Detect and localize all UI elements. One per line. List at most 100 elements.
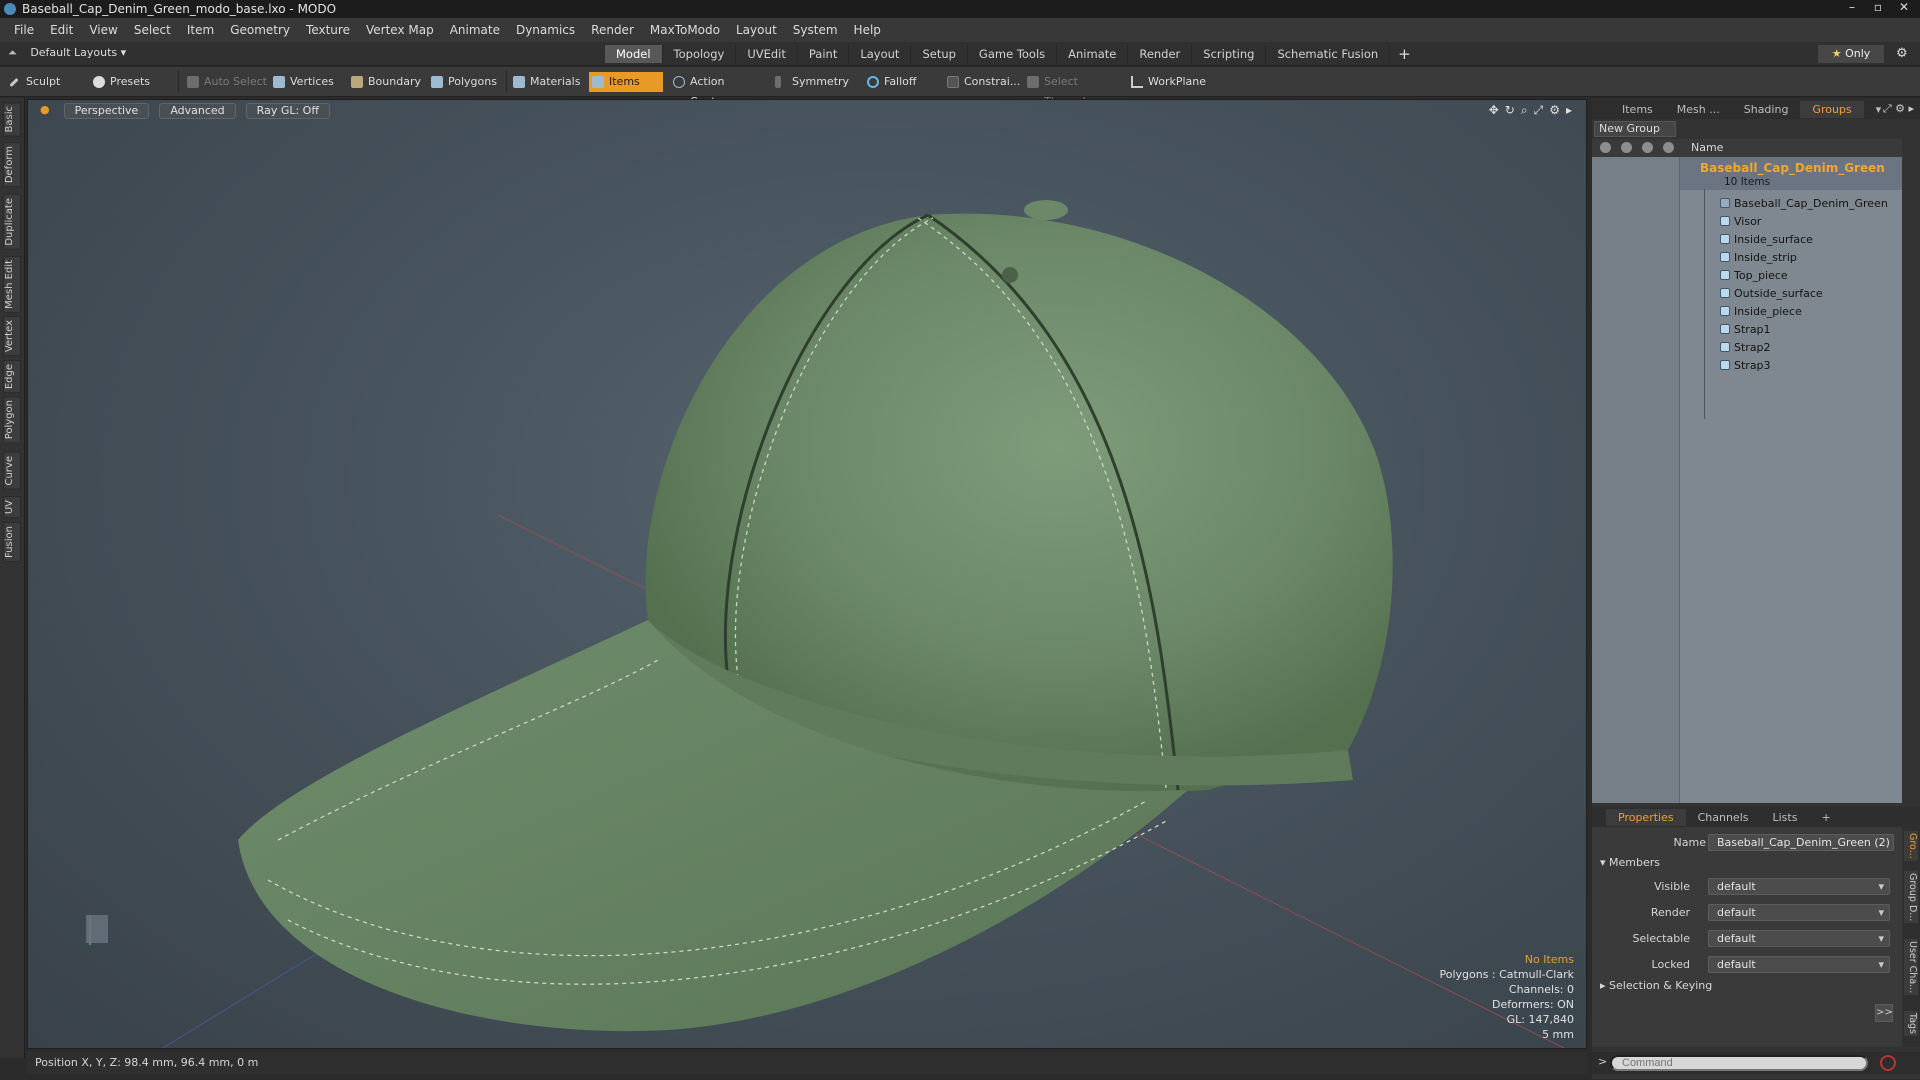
- viewport-gear-icon[interactable]: ⚙: [1549, 103, 1560, 118]
- layouts-dropdown[interactable]: ⏶ Default Layouts ▾: [8, 46, 126, 60]
- gear-icon[interactable]: ⚙: [1896, 46, 1908, 61]
- list-item[interactable]: Inside_surface: [1720, 233, 1813, 246]
- tab-layout[interactable]: Layout: [849, 45, 912, 63]
- menu-layout[interactable]: Layout: [728, 23, 785, 37]
- menu-texture[interactable]: Texture: [298, 23, 358, 37]
- list-item[interactable]: Visor: [1720, 215, 1761, 228]
- tab-topology[interactable]: Topology: [663, 45, 737, 63]
- sculpt-button[interactable]: Sculpt: [6, 72, 86, 92]
- tab-schematic-fusion[interactable]: Schematic Fusion: [1266, 45, 1391, 63]
- tree-toggle-columns[interactable]: [1592, 157, 1680, 803]
- locked-dropdown[interactable]: default ▾: [1708, 956, 1890, 973]
- zoom-icon[interactable]: ⌕: [1521, 103, 1528, 118]
- tab-animate[interactable]: Animate: [1057, 45, 1129, 63]
- list-item[interactable]: Top_piece: [1720, 269, 1788, 282]
- menu-view[interactable]: View: [81, 23, 125, 37]
- minimize-button[interactable]: –: [1840, 0, 1864, 16]
- side-tab-group-display[interactable]: Group D...: [1904, 871, 1918, 924]
- list-item[interactable]: Inside_piece: [1720, 305, 1802, 318]
- add-tab-icon[interactable]: +: [1390, 45, 1419, 63]
- new-group-button[interactable]: New Group: [1594, 121, 1676, 137]
- vtab-fusion[interactable]: Fusion: [3, 522, 21, 562]
- name-column-header[interactable]: Name: [1691, 141, 1723, 154]
- tab-shading[interactable]: Shading: [1732, 101, 1801, 118]
- polygons-button[interactable]: Polygons: [428, 72, 504, 92]
- menu-geometry[interactable]: Geometry: [222, 23, 298, 37]
- tab-lists[interactable]: Lists: [1761, 809, 1810, 826]
- vtab-curve[interactable]: Curve: [3, 452, 21, 490]
- members-section-header[interactable]: ▾ Members: [1600, 856, 1660, 869]
- add-tab-icon[interactable]: +: [1809, 809, 1842, 826]
- tab-render[interactable]: Render: [1128, 45, 1193, 63]
- shading-dropdown[interactable]: Advanced: [159, 103, 236, 119]
- raygl-dropdown[interactable]: Ray GL: Off: [245, 103, 330, 119]
- vtab-deform[interactable]: Deform: [3, 142, 21, 188]
- list-item[interactable]: Strap3: [1720, 359, 1771, 372]
- visibility-column-icon[interactable]: [1600, 142, 1611, 153]
- vertices-button[interactable]: Vertices: [270, 72, 342, 92]
- group-name[interactable]: Baseball_Cap_Denim_Green: [1700, 161, 1885, 175]
- lock-column-icon[interactable]: [1642, 142, 1653, 153]
- side-tab-group[interactable]: Gro...: [1904, 831, 1918, 861]
- constraints-button[interactable]: Constrai...: [944, 72, 1020, 92]
- vtab-duplicate[interactable]: Duplicate: [3, 194, 21, 250]
- 3d-viewport[interactable]: ● Perspective Advanced Ray GL: Off ✥ ↻ ⌕…: [27, 99, 1587, 1049]
- menu-animate[interactable]: Animate: [442, 23, 508, 37]
- list-item[interactable]: Strap1: [1720, 323, 1771, 336]
- menu-render[interactable]: Render: [583, 23, 642, 37]
- list-item[interactable]: Inside_strip: [1720, 251, 1797, 264]
- panel-tools-icons[interactable]: ⤢ ⚙ ▸: [1883, 102, 1914, 116]
- materials-button[interactable]: Materials: [510, 72, 590, 92]
- tab-uvedit[interactable]: UVEdit: [736, 45, 798, 63]
- vtab-mesh-edit[interactable]: Mesh Edit: [3, 256, 21, 313]
- tab-mesh[interactable]: Mesh ...: [1665, 101, 1732, 118]
- side-tab-user-channels[interactable]: User Cha...: [1904, 939, 1918, 996]
- perspective-dropdown[interactable]: Perspective: [63, 103, 150, 119]
- selectable-dropdown[interactable]: default ▾: [1708, 930, 1890, 947]
- name-field[interactable]: Baseball_Cap_Denim_Green (2): [1708, 834, 1894, 851]
- list-item[interactable]: Outside_surface: [1720, 287, 1823, 300]
- tab-game-tools[interactable]: Game Tools: [968, 45, 1058, 63]
- command-input[interactable]: [1610, 1055, 1868, 1071]
- tab-scripting[interactable]: Scripting: [1192, 45, 1267, 63]
- menu-select[interactable]: Select: [126, 23, 179, 37]
- list-item[interactable]: Baseball_Cap_Denim_Green: [1720, 197, 1888, 210]
- tab-properties[interactable]: Properties: [1606, 808, 1686, 826]
- side-tab-tags[interactable]: Tags: [1904, 1011, 1918, 1037]
- presets-button[interactable]: Presets: [90, 72, 170, 92]
- action-center-button[interactable]: Action Center: [670, 72, 762, 108]
- tab-items[interactable]: Items: [1610, 101, 1665, 118]
- tab-groups[interactable]: Groups: [1800, 100, 1864, 118]
- vtab-uv[interactable]: UV: [3, 496, 21, 519]
- falloff-button[interactable]: Falloff: [864, 72, 936, 92]
- rotate-icon[interactable]: ↻: [1505, 103, 1515, 118]
- items-button[interactable]: Items: [589, 72, 663, 92]
- menu-dynamics[interactable]: Dynamics: [508, 23, 583, 37]
- menu-item[interactable]: Item: [179, 23, 222, 37]
- menu-vertex-map[interactable]: Vertex Map: [358, 23, 442, 37]
- workplane-button[interactable]: WorkPlane: [1128, 72, 1208, 92]
- visible-dropdown[interactable]: default ▾: [1708, 878, 1890, 895]
- tab-channels[interactable]: Channels: [1686, 809, 1761, 826]
- menu-system[interactable]: System: [785, 23, 846, 37]
- maximize-button[interactable]: ▫: [1866, 0, 1890, 16]
- symmetry-button[interactable]: Symmetry: [772, 72, 852, 92]
- menu-edit[interactable]: Edit: [42, 23, 81, 37]
- select-column-icon[interactable]: [1663, 142, 1674, 153]
- expand-arrow-button[interactable]: >>: [1875, 1004, 1893, 1022]
- list-item[interactable]: Strap2: [1720, 341, 1771, 354]
- selection-keying-section-header[interactable]: ▸ Selection & Keying: [1600, 979, 1712, 992]
- vtab-basic[interactable]: Basic: [3, 102, 21, 137]
- vtab-polygon[interactable]: Polygon: [3, 396, 21, 444]
- vtab-edge[interactable]: Edge: [3, 360, 21, 394]
- close-button[interactable]: ✕: [1892, 0, 1916, 16]
- boundary-button[interactable]: Boundary: [348, 72, 426, 92]
- render-dropdown[interactable]: default ▾: [1708, 904, 1890, 921]
- pan-icon[interactable]: ✥: [1489, 103, 1499, 118]
- tab-paint[interactable]: Paint: [798, 45, 850, 63]
- render-column-icon[interactable]: [1621, 142, 1632, 153]
- tab-model[interactable]: Model: [605, 45, 663, 63]
- maximize-icon[interactable]: ⤢: [1534, 103, 1544, 118]
- menu-maxtomodo[interactable]: MaxToModo: [642, 23, 728, 37]
- layout-collapse-icon[interactable]: ⏶: [8, 46, 17, 59]
